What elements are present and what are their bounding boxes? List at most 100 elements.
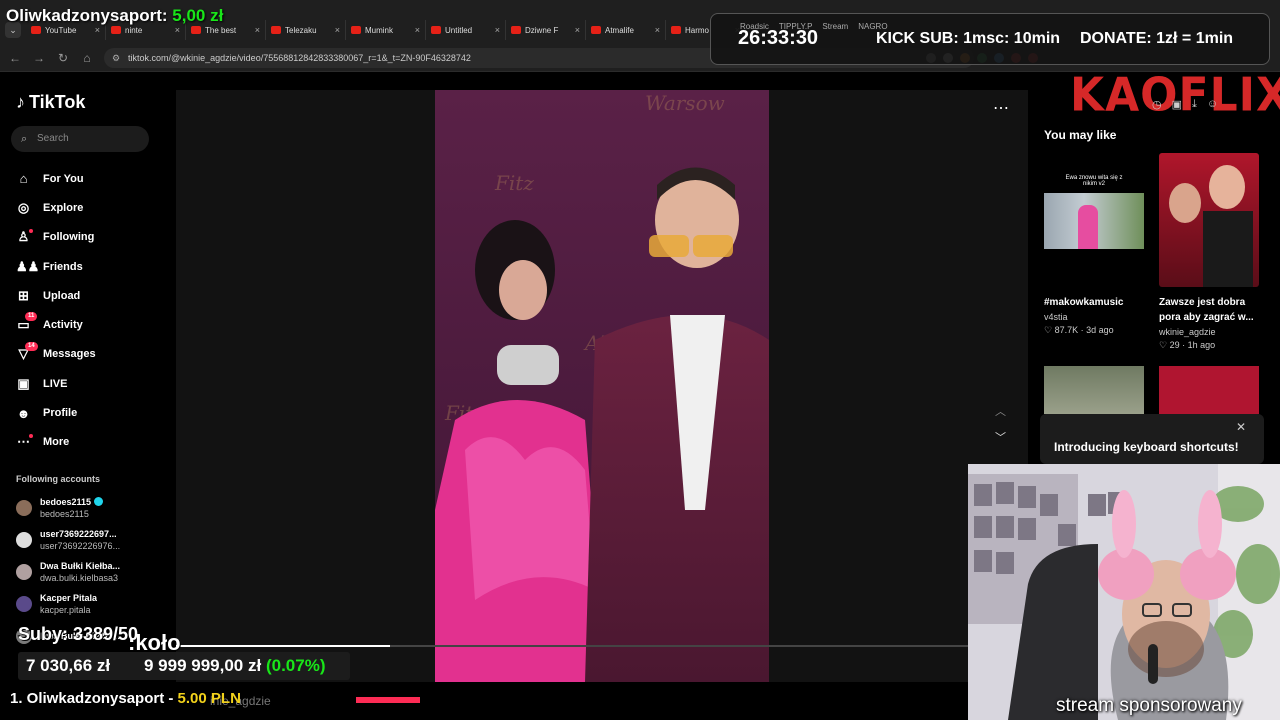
nav-item-label: LIVE <box>43 377 68 390</box>
site-info-icon[interactable]: ⚙ <box>112 48 120 68</box>
account-name: Dwa Bułki Kiełba... <box>40 561 121 571</box>
thumbnail-caption: Ewa znowu wita się z nikim v2 <box>1065 175 1123 187</box>
close-tab-icon[interactable]: × <box>175 25 180 35</box>
back-icon[interactable]: ← <box>8 51 22 65</box>
following-account[interactable]: user7369222697... user73692226976... <box>16 524 166 556</box>
nav-item-label: Activity <box>43 319 83 332</box>
following-account[interactable]: bedoes2115 bedoes2115 <box>16 492 166 524</box>
donation-current: 7 030,66 zł <box>26 656 111 675</box>
download-icon[interactable]: ⤓ <box>1192 98 1197 111</box>
nav-item-more[interactable]: ⋯ More <box>16 428 166 457</box>
nav-item-label: Profile <box>43 407 78 420</box>
timer-icon[interactable]: ◷ <box>1152 98 1162 111</box>
tab-label: Atmalife <box>605 25 634 35</box>
suggestion-meta: ♡ 29 · 1h ago <box>1159 340 1216 350</box>
verified-icon <box>94 497 104 506</box>
new-dot <box>29 228 33 233</box>
close-tab-icon[interactable]: × <box>655 25 660 35</box>
tab-favicon-icon <box>271 26 281 34</box>
close-tab-icon[interactable]: × <box>415 25 420 35</box>
suggestion-title[interactable]: #makowkamusic <box>1044 295 1144 310</box>
avatar[interactable] <box>16 500 32 516</box>
browser-tab[interactable]: Atmalife × <box>586 20 666 40</box>
nav-item-messages[interactable]: ▽ 14 Messages <box>16 340 166 369</box>
nav-item-label: Following <box>43 231 95 244</box>
browser-tab[interactable]: Mumink × <box>346 20 426 40</box>
nav-item-friends[interactable]: ♟♟ Friends <box>16 252 166 281</box>
donor-ranking-name: 1. Oliwkadzonysaport - <box>10 690 174 707</box>
more-options-icon[interactable]: ⋯ <box>993 98 1009 118</box>
main-nav: ⌂ For You ◎ Explore ♙ Following ♟♟ Friends ⊞ Uplo… <box>16 164 166 457</box>
browser-tab[interactable]: Untitled × <box>426 20 506 40</box>
cast-icon[interactable]: ▣ <box>1172 98 1182 111</box>
sponsored-label: stream sponsorowany <box>1056 695 1242 716</box>
account-names: bedoes2115 bedoes2115 <box>40 496 104 520</box>
avatar[interactable] <box>16 596 32 612</box>
heart-icon: ♡ <box>1159 340 1168 350</box>
profile-icon: ☻ <box>16 405 31 421</box>
nav-item-for-you[interactable]: ⌂ For You <box>16 164 166 193</box>
friends-icon: ♟♟ <box>16 258 40 274</box>
suggestion-thumbnail[interactable] <box>1159 366 1259 414</box>
previous-video-icon[interactable]: ︿ <box>995 403 1006 419</box>
tab-favicon-icon <box>431 26 441 34</box>
following-account[interactable]: Kacper Pitala kacper.pitala <box>16 588 166 620</box>
suggestion-thumbnail[interactable]: Ewa znowu wita się z nikim v2 <box>1044 153 1144 287</box>
suggestion-thumbnail[interactable] <box>1044 366 1144 414</box>
close-tab-icon[interactable]: × <box>255 25 260 35</box>
subs-counter: Suby: 3389/50 <box>18 624 139 644</box>
video-progress-bar[interactable] <box>176 645 968 647</box>
suggestion-title[interactable]: Zawsze jest dobra pora aby zagrać w... <box>1159 295 1259 325</box>
avatar[interactable] <box>16 532 32 548</box>
close-icon[interactable]: ✕ <box>1236 420 1246 434</box>
nav-item-profile[interactable]: ☻ Profile <box>16 398 166 427</box>
close-tab-icon[interactable]: × <box>335 25 340 35</box>
tab-label: Untitled <box>445 25 473 35</box>
nav-item-upload[interactable]: ⊞ Upload <box>16 281 166 310</box>
top-donor-banner: Oliwkadzonysaport: 5,00 zł <box>6 6 223 26</box>
suggestion-age: 1h ago <box>1187 340 1216 350</box>
account-names: user7369222697... user73692226976... <box>40 528 120 552</box>
nav-item-label: For You <box>43 172 84 185</box>
home-icon: ⌂ <box>19 171 28 187</box>
nav-item-following[interactable]: ♙ Following <box>16 223 166 252</box>
account-handle: bedoes2115 <box>40 509 89 519</box>
video-frame[interactable]: Fitz Warsow Fitz ART.pl Fitz <box>435 90 769 682</box>
tiktok-sidebar: ♪ TikTok ⌕ Search ⌂ For You ◎ Explore ♙ Follo… <box>0 72 176 720</box>
close-tab-icon[interactable]: × <box>575 25 580 35</box>
kaoflix-logo: KAOFLIX <box>1070 68 1280 123</box>
notification-badge: 14 <box>25 341 38 351</box>
next-video-icon[interactable]: ﹀ <box>995 429 1006 445</box>
account-name: Kacper Pitala <box>40 593 98 603</box>
tab-label: Dziwne F <box>525 25 559 35</box>
suggestion-user[interactable]: wkinie_agdzie <box>1159 327 1259 337</box>
suggestion-user[interactable]: v4stia <box>1044 312 1144 322</box>
background-tab-label[interactable]: Stream <box>822 22 848 31</box>
close-tab-icon[interactable]: × <box>95 25 100 35</box>
browser-tab[interactable]: Dziwne F × <box>506 20 586 40</box>
avatar[interactable] <box>16 564 32 580</box>
suggestion-card[interactable]: Ewa znowu wita się z nikim v2 #makowkamu… <box>1044 153 1144 336</box>
tab-favicon-icon <box>671 26 681 34</box>
tab-favicon-icon <box>351 26 361 34</box>
suggestion-thumbnail[interactable] <box>1159 153 1259 287</box>
tiktok-logo[interactable]: ♪ TikTok <box>16 92 85 113</box>
close-tab-icon[interactable]: × <box>495 25 500 35</box>
suggestion-likes: 87.7K <box>1054 325 1079 335</box>
nav-item-live[interactable]: ▣ LIVE <box>16 369 166 398</box>
nav-item-explore[interactable]: ◎ Explore <box>16 193 166 222</box>
suggestion-card[interactable]: Zawsze jest dobra pora aby zagrać w... w… <box>1159 153 1259 351</box>
svg-text:Fitz: Fitz <box>494 171 534 195</box>
nav-item-activity[interactable]: ▭ 11 Activity <box>16 310 166 339</box>
search-input[interactable]: ⌕ Search <box>11 126 149 152</box>
reload-icon[interactable]: ↻ <box>56 51 70 65</box>
subathon-timer: 26:33:30 <box>738 27 819 49</box>
home-icon[interactable]: ⌂ <box>80 51 94 65</box>
following-account[interactable]: Dwa Bułki Kiełba... dwa.bulki.kielbasa3 <box>16 556 166 588</box>
red-accent-bar <box>356 697 420 703</box>
search-icon: ⌕ <box>21 133 28 145</box>
emoji-icon[interactable]: ☺ <box>1207 98 1218 111</box>
browser-tab[interactable]: Telezaku × <box>266 20 346 40</box>
nav-item-label: Explore <box>43 201 84 214</box>
forward-icon[interactable]: → <box>32 51 46 65</box>
